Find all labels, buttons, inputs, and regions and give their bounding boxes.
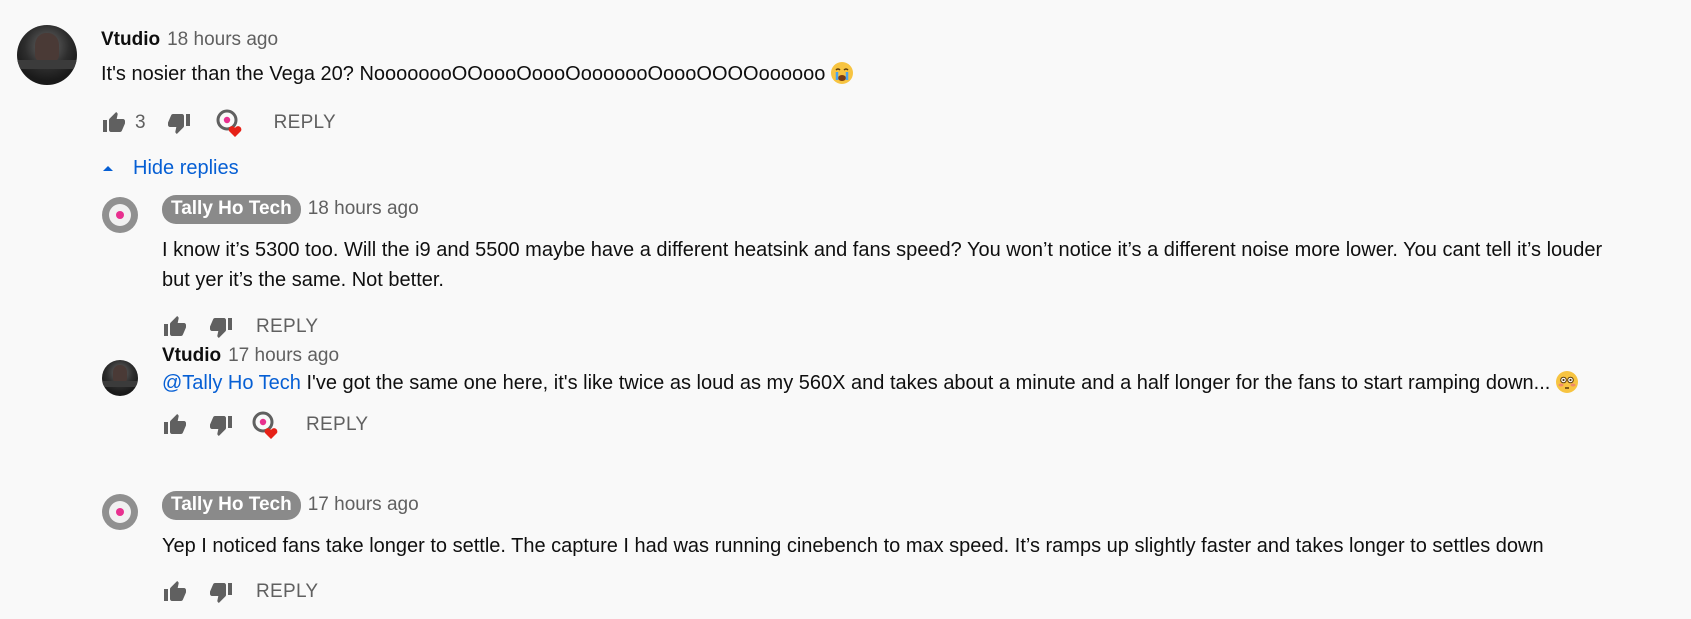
like-button[interactable] bbox=[162, 412, 188, 438]
like-button[interactable] bbox=[162, 314, 188, 340]
thumb-down-icon bbox=[210, 318, 232, 338]
hide-replies-toggle[interactable]: Hide replies bbox=[101, 155, 239, 181]
comment-body: It's nosier than the Vega 20? NoooooooOO… bbox=[101, 63, 826, 85]
timestamp[interactable]: 17 hours ago bbox=[228, 345, 339, 367]
flushed-face-icon bbox=[1555, 371, 1578, 393]
creator-badge-author[interactable]: Tally Ho Tech bbox=[162, 194, 301, 224]
timestamp[interactable]: 17 hours ago bbox=[308, 494, 419, 516]
avatar[interactable] bbox=[17, 25, 77, 85]
comment-header: Tally Ho Tech 17 hours ago bbox=[162, 490, 419, 520]
reply-item: Tally Ho Tech 17 hours ago Yep I noticed… bbox=[0, 488, 1691, 619]
comment-actions: REPLY bbox=[162, 577, 318, 607]
reply-button[interactable]: REPLY bbox=[256, 581, 318, 603]
timestamp[interactable]: 18 hours ago bbox=[308, 198, 419, 220]
comment-body: I know it’s 5300 too. Will the i9 and 55… bbox=[162, 239, 1603, 291]
thumb-up-icon bbox=[164, 414, 186, 434]
reply-button[interactable]: REPLY bbox=[256, 316, 318, 338]
crying-face-icon bbox=[830, 62, 853, 84]
thumb-down-icon bbox=[210, 416, 232, 436]
comment-text: It's nosier than the Vega 20? NoooooooOO… bbox=[101, 59, 1601, 89]
reply-item: Vtudio 17 hours ago @Tally Ho Tech I've … bbox=[0, 345, 1691, 475]
thumb-up-icon bbox=[103, 112, 125, 132]
comment-header: Vtudio 18 hours ago bbox=[101, 27, 278, 53]
dislike-button[interactable] bbox=[166, 110, 192, 136]
avatar[interactable] bbox=[102, 360, 138, 396]
hide-replies-label: Hide replies bbox=[133, 156, 239, 179]
avatar[interactable] bbox=[102, 494, 138, 530]
creator-badge-author[interactable]: Tally Ho Tech bbox=[162, 490, 301, 520]
comment-actions: REPLY bbox=[162, 312, 318, 342]
thumb-down-icon bbox=[210, 583, 232, 603]
comment-thread: Vtudio 18 hours ago It's nosier than the… bbox=[0, 0, 1691, 179]
avatar[interactable] bbox=[102, 197, 138, 233]
creator-heart-icon[interactable] bbox=[214, 107, 246, 139]
comment-body: Yep I noticed fans take longer to settle… bbox=[162, 535, 1544, 557]
reply-button[interactable]: REPLY bbox=[306, 414, 368, 436]
like-count: 3 bbox=[135, 112, 146, 133]
creator-heart-icon[interactable] bbox=[250, 409, 282, 441]
caret-up-icon bbox=[103, 166, 113, 171]
comment-actions: REPLY bbox=[162, 409, 368, 441]
like-button[interactable] bbox=[101, 110, 127, 136]
comment-header: Tally Ho Tech 18 hours ago bbox=[162, 194, 419, 224]
reply-item: Tally Ho Tech 18 hours ago I know it’s 5… bbox=[0, 190, 1691, 340]
thumb-up-icon bbox=[164, 581, 186, 601]
dislike-button[interactable] bbox=[208, 314, 234, 340]
like-button[interactable] bbox=[162, 579, 188, 605]
mention-link[interactable]: @Tally Ho Tech bbox=[162, 372, 301, 394]
thumb-down-icon bbox=[167, 114, 190, 134]
thumb-up-icon bbox=[164, 316, 186, 336]
dislike-button[interactable] bbox=[208, 412, 234, 438]
author-name[interactable]: Vtudio bbox=[162, 345, 221, 367]
comment-header: Vtudio 17 hours ago bbox=[162, 341, 339, 371]
comment-text: @Tally Ho Tech I've got the same one her… bbox=[162, 368, 1682, 398]
timestamp[interactable]: 18 hours ago bbox=[167, 29, 278, 51]
reply-button[interactable]: REPLY bbox=[274, 112, 336, 134]
comment-actions: 3 REPLY bbox=[101, 108, 336, 138]
comment-body: I've got the same one here, it's like tw… bbox=[300, 372, 1551, 394]
dislike-button[interactable] bbox=[208, 579, 234, 605]
author-name[interactable]: Vtudio bbox=[101, 29, 160, 51]
